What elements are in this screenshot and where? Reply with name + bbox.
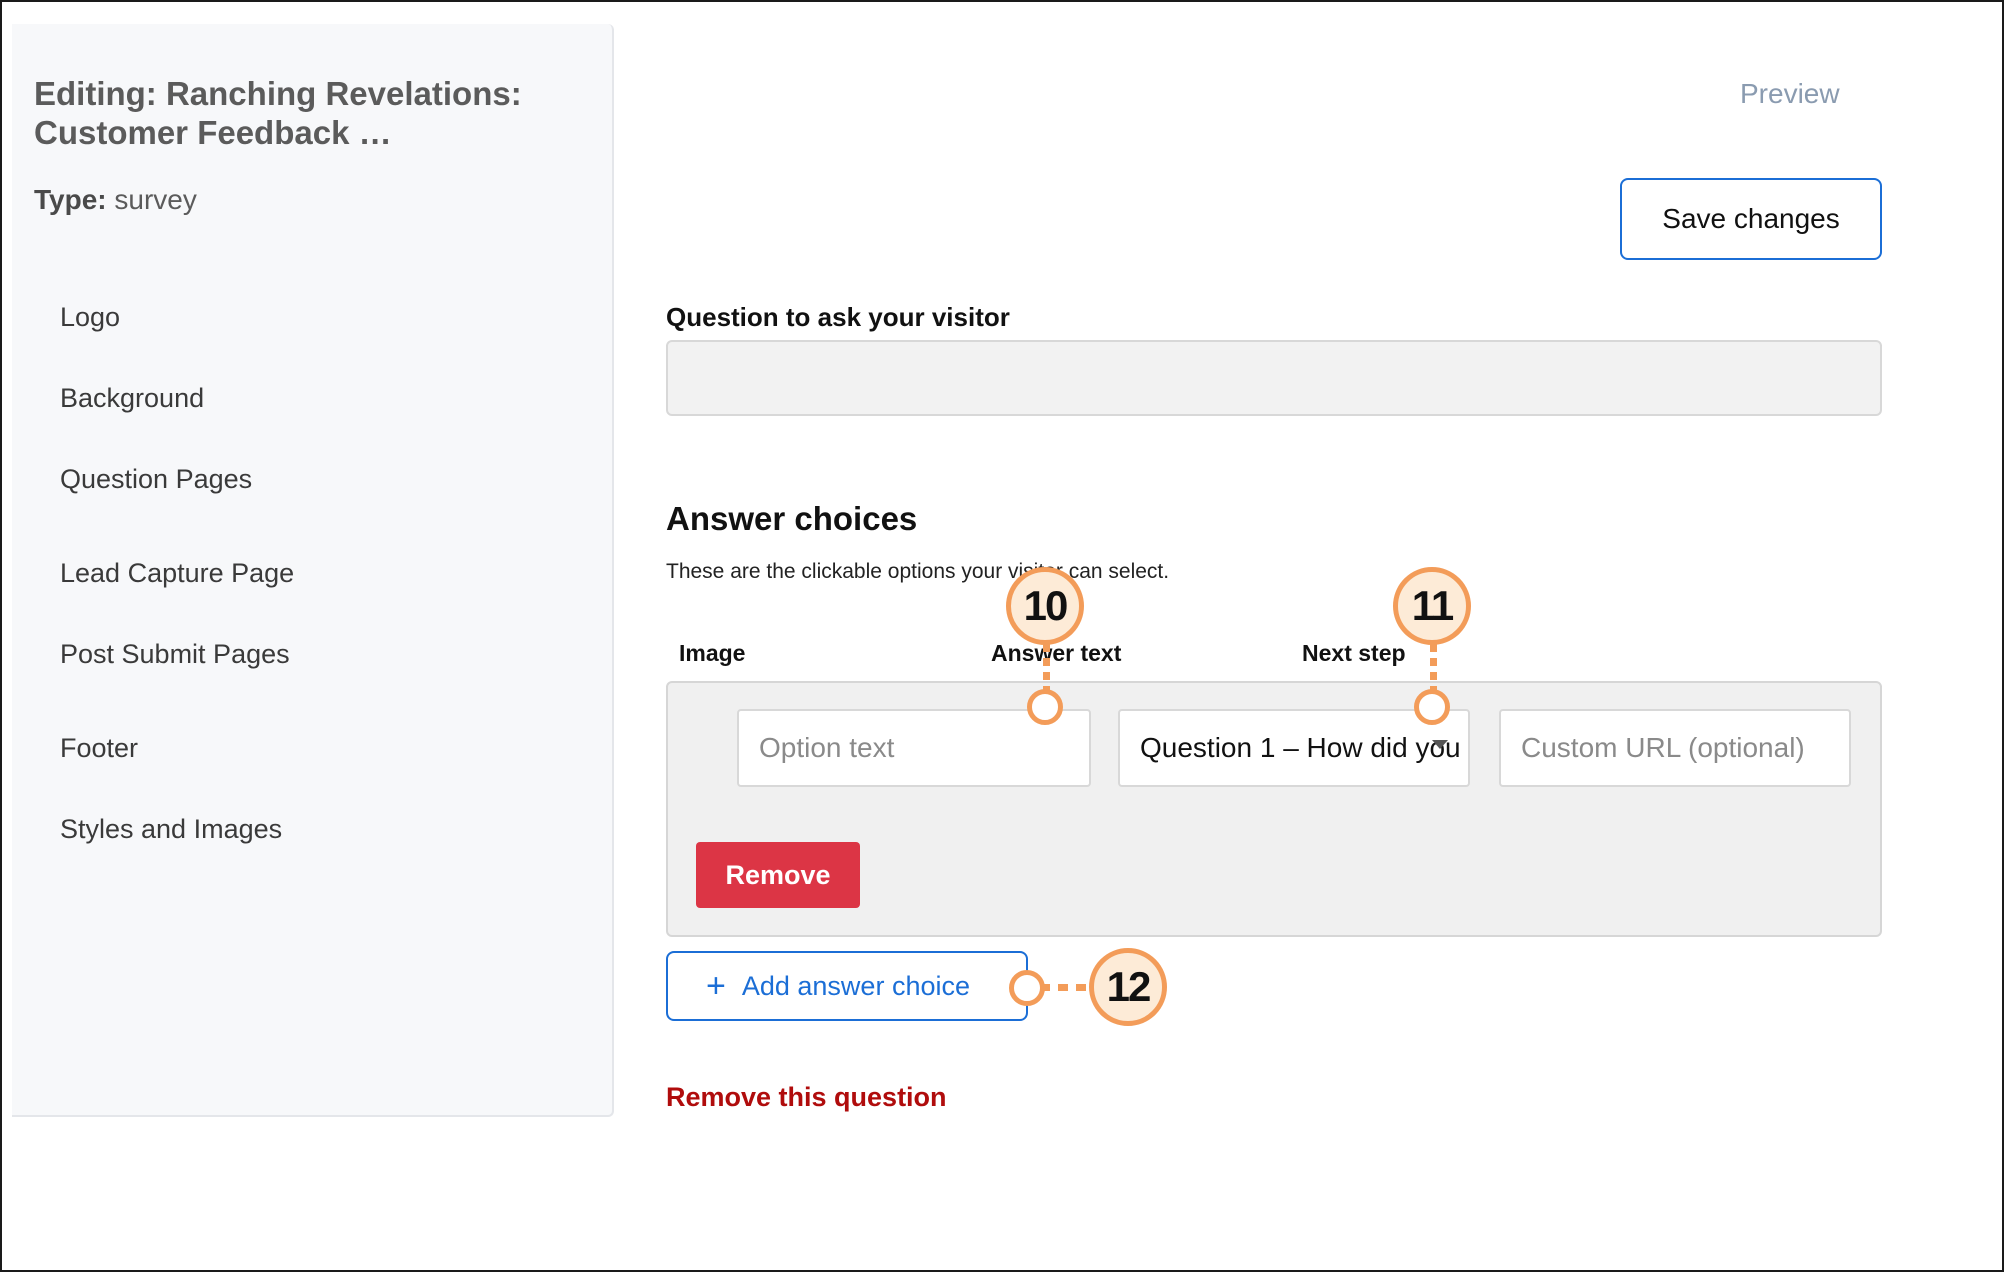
callout-10-badge: 10 <box>1006 567 1084 645</box>
next-step-value: Question 1 – How did you <box>1140 732 1461 763</box>
custom-url-input[interactable]: Custom URL (optional) <box>1499 709 1851 787</box>
type-label: Type: <box>34 184 107 215</box>
plus-icon: + <box>706 967 726 1005</box>
column-next-step: Next step <box>1302 640 1406 666</box>
column-image: Image <box>679 640 746 666</box>
sidebar: Editing: Ranching Revelations: Customer … <box>12 24 614 1117</box>
column-answer-text: Answer text <box>991 640 1122 666</box>
custom-url-placeholder: Custom URL (optional) <box>1521 732 1805 763</box>
callout-11-line <box>1430 644 1437 692</box>
remove-choice-button[interactable]: Remove <box>696 842 860 908</box>
sidebar-item-footer[interactable]: Footer <box>60 733 138 764</box>
sidebar-item-post-submit-pages[interactable]: Post Submit Pages <box>60 639 290 670</box>
sidebar-item-background[interactable]: Background <box>60 383 204 414</box>
sidebar-item-logo[interactable]: Logo <box>60 302 120 333</box>
add-answer-choice-label: Add answer choice <box>741 970 970 1001</box>
preview-link[interactable]: Preview <box>1740 78 1840 110</box>
next-step-select[interactable]: Question 1 – How did you <box>1118 709 1470 787</box>
survey-type: Type: survey <box>34 184 197 216</box>
add-answer-choice-button[interactable]: + Add answer choice <box>666 951 1028 1021</box>
remove-question-link[interactable]: Remove this question <box>666 1082 947 1113</box>
sidebar-item-question-pages[interactable]: Question Pages <box>60 464 252 495</box>
editing-title: Editing: Ranching Revelations: Customer … <box>34 75 522 151</box>
sidebar-item-styles-and-images[interactable]: Styles and Images <box>60 814 282 845</box>
sidebar-item-lead-capture-page[interactable]: Lead Capture Page <box>60 558 294 589</box>
callout-11-anchor <box>1414 689 1450 725</box>
chevron-down-icon <box>1432 740 1448 749</box>
answer-choices-heading: Answer choices <box>666 500 918 537</box>
callout-12-line <box>1040 984 1096 991</box>
callout-11-badge: 11 <box>1393 567 1471 645</box>
option-text-placeholder: Option text <box>759 732 895 763</box>
question-label: Question to ask your visitor <box>666 302 1010 332</box>
callout-12-badge: 12 <box>1089 948 1167 1026</box>
question-input[interactable] <box>666 340 1882 416</box>
callout-10-line <box>1043 644 1050 692</box>
answer-choices-description: These are the clickable options your vis… <box>666 560 1170 583</box>
type-value: survey <box>114 184 197 215</box>
callout-10-anchor <box>1027 689 1063 725</box>
save-changes-button[interactable]: Save changes <box>1620 178 1882 260</box>
callout-12-anchor <box>1009 970 1045 1006</box>
